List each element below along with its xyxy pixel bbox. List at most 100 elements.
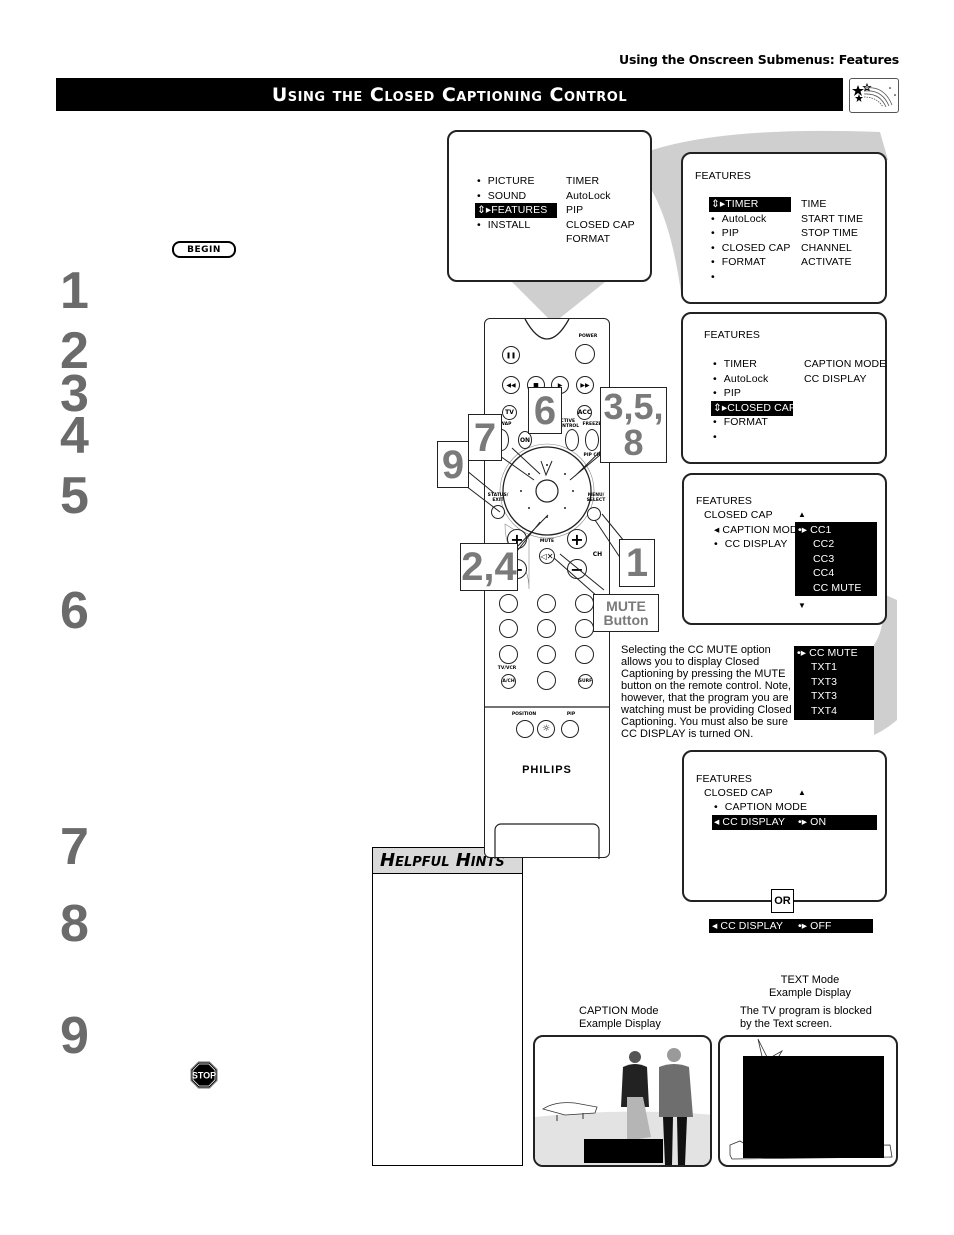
submenu-item: START TIME <box>801 213 864 225</box>
menu-item-timer[interactable]: ⇕▸TIMER <box>709 197 791 212</box>
menu-item-format[interactable]: FORMAT <box>713 415 768 430</box>
callout-steps-3-5-8: 3,5, 8 <box>600 387 667 463</box>
menu-item-picture[interactable]: PICTURE <box>477 174 535 189</box>
cc-display-value-off: •▸ OFF <box>798 919 831 934</box>
option-cc2[interactable]: CC2 <box>813 537 834 552</box>
menu-item-install[interactable]: INSTALL <box>477 218 530 233</box>
caption-box <box>584 1139 663 1163</box>
menu-select-button[interactable] <box>587 507 601 521</box>
menu-item-sound[interactable]: SOUND <box>477 189 526 204</box>
menu-item-cc-display[interactable]: ◂ CC DISPLAY •▸ ON <box>712 815 877 830</box>
mute-button[interactable]: ◁✕ <box>539 548 555 564</box>
number-button-9[interactable] <box>575 645 594 664</box>
cc-display-off-row[interactable]: ◂ CC DISPLAY •▸ OFF <box>709 919 873 933</box>
menu-item-timer-label: TIMER <box>725 198 759 210</box>
number-button-1[interactable] <box>499 594 518 613</box>
option-txt3[interactable]: TXT3 <box>811 675 837 690</box>
position-label: POSITION <box>511 712 537 717</box>
channel-down-button[interactable]: − <box>567 559 587 579</box>
menu-item-pip[interactable]: PIP <box>713 386 741 401</box>
scroll-up-icon[interactable]: ▲ <box>798 508 806 523</box>
screen-title: FEATURES <box>695 170 752 182</box>
caption-mode-label: CAPTION Mode Example Display <box>579 1005 661 1031</box>
menu-item-pip[interactable]: PIP <box>711 226 739 241</box>
power-label: POWER <box>578 334 598 339</box>
option-cc-mute[interactable]: •▸ CC MUTE <box>797 646 858 661</box>
menu-item-autolock[interactable]: AutoLock <box>713 372 768 387</box>
menu-to-remote-connector <box>512 282 605 318</box>
pause-button[interactable]: ❚❚ <box>502 346 520 364</box>
active-control-button[interactable] <box>565 429 579 451</box>
channel-up-button[interactable]: + <box>567 529 587 549</box>
surf-label: SURF <box>578 679 593 684</box>
option-txt4[interactable]: TXT4 <box>811 704 837 719</box>
screen-title: FEATURES <box>696 773 753 785</box>
option-cc1-label: CC1 <box>810 524 832 536</box>
text-mode-description-line2: by the Text screen. <box>740 1018 833 1030</box>
menu-select-label: MENU/ SELECT <box>586 493 606 503</box>
freeze-button[interactable] <box>585 429 599 451</box>
number-button-0[interactable] <box>537 671 556 690</box>
screen-title: FEATURES <box>696 495 753 507</box>
pip-brightness-button[interactable]: ☼ <box>537 720 555 738</box>
number-button-8[interactable] <box>537 645 556 664</box>
pip-position-button[interactable] <box>516 720 534 738</box>
pip-button[interactable] <box>561 720 579 738</box>
value-on-label: ON <box>810 816 827 828</box>
acc-button[interactable]: ACC <box>577 405 592 420</box>
number-button-5[interactable] <box>537 619 556 638</box>
step-number-4: 4 <box>60 407 89 465</box>
rewind-icon: ◀◀ <box>506 381 516 389</box>
running-head: Using the Onscreen Submenus: Features <box>619 52 899 67</box>
tv-button[interactable]: TV <box>502 405 517 420</box>
option-cc-mute-label: CC MUTE <box>809 647 858 659</box>
submenu-item: CC DISPLAY <box>804 373 867 385</box>
number-button-7[interactable] <box>499 645 518 664</box>
menu-item-closed-cap[interactable]: ⇕▸CLOSED CAP <box>711 401 796 416</box>
menu-item-closed-cap[interactable]: CLOSED CAP <box>711 241 791 256</box>
menu-item-autolock[interactable]: AutoLock <box>711 212 766 227</box>
step-number-6: 6 <box>60 582 89 640</box>
submenu-item: TIMER <box>566 175 600 187</box>
text-mode-example-screen <box>718 1035 898 1167</box>
menu-item-format[interactable]: FORMAT <box>711 255 766 270</box>
number-button-3[interactable] <box>575 594 594 613</box>
a-ch-label: A/CH <box>502 679 515 684</box>
sun-icon: ☼ <box>541 724 551 734</box>
menu-item-empty <box>713 430 724 445</box>
text-screen-box <box>743 1056 884 1158</box>
power-button[interactable] <box>575 344 595 364</box>
callout-step-9: 9 <box>437 441 469 488</box>
menu-item-timer[interactable]: TIMER <box>713 357 757 372</box>
submenu-item: CHANNEL <box>801 242 852 254</box>
number-button-6[interactable] <box>575 619 594 638</box>
step-number-8: 8 <box>60 895 89 953</box>
menu-item-features[interactable]: ⇕▸FEATURES <box>475 203 557 218</box>
rewind-button[interactable]: ◀◀ <box>502 376 520 394</box>
step-number-7: 7 <box>60 818 89 876</box>
a-ch-button[interactable]: A/CH <box>501 674 516 689</box>
number-button-2[interactable] <box>537 594 556 613</box>
menu-item-cc-display[interactable]: CC DISPLAY <box>714 537 788 552</box>
text-mode-label-line2: Example Display <box>769 987 851 999</box>
option-cc3[interactable]: CC3 <box>813 552 834 567</box>
scroll-down-icon[interactable]: ▼ <box>798 599 806 614</box>
step-number-5: 5 <box>60 467 89 525</box>
option-cc-mute[interactable]: CC MUTE <box>813 581 862 596</box>
pause-icon: ❚❚ <box>505 351 517 359</box>
fast-forward-button[interactable]: ▶▶ <box>576 376 594 394</box>
number-button-4[interactable] <box>499 619 518 638</box>
menu-item-closed-cap-label: CLOSED CAP <box>727 402 796 414</box>
option-txt1[interactable]: TXT1 <box>811 660 837 675</box>
menu-item-caption-mode[interactable]: CAPTION MODE <box>714 800 807 815</box>
option-cc4[interactable]: CC4 <box>813 566 834 581</box>
scroll-up-icon[interactable]: ▲ <box>798 786 806 801</box>
updown-arrow-icon: ⇕▸ <box>477 204 492 216</box>
surf-button[interactable]: SURF <box>578 674 593 689</box>
option-txt3[interactable]: TXT3 <box>811 689 837 704</box>
option-cc1[interactable]: •▸ CC1 <box>798 523 831 538</box>
caption-mode-label-line1: CAPTION Mode <box>579 1005 659 1017</box>
menu-item-caption-mode[interactable]: ◂ CAPTION MODE <box>714 523 805 538</box>
status-exit-button[interactable] <box>491 505 505 519</box>
tv-vcr-label: TV/VCR <box>497 666 517 671</box>
